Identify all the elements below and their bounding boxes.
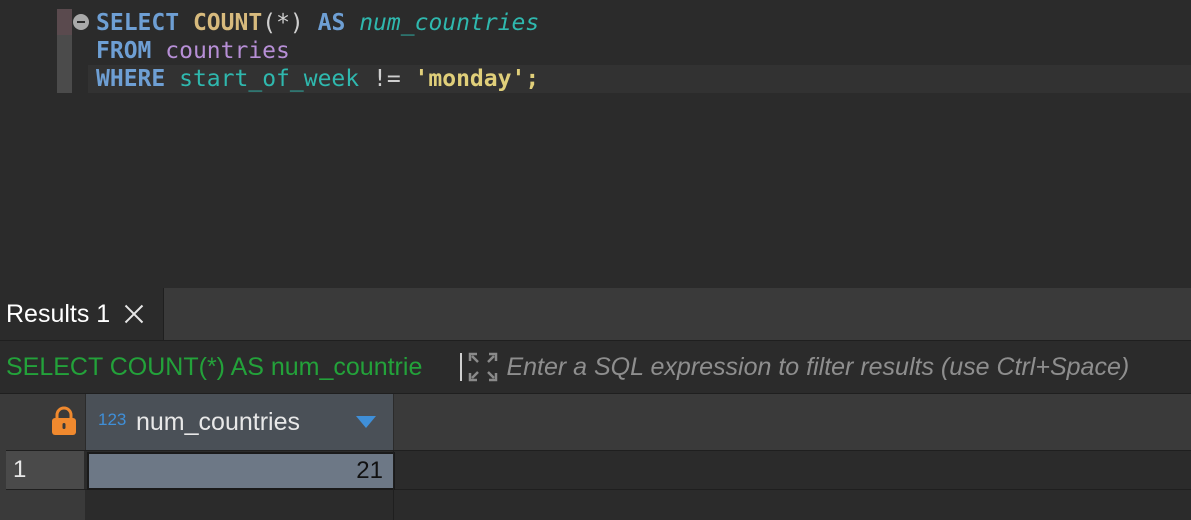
table-row[interactable]: 1 21 — [6, 451, 1191, 490]
empty-row-area — [6, 490, 1191, 520]
sql-punctuation: ) — [289, 10, 304, 36]
sql-line-1[interactable]: SELECT COUNT(*) AS num_countries — [96, 9, 539, 37]
close-icon[interactable] — [124, 304, 144, 324]
lock-icon[interactable] — [51, 406, 77, 436]
tab-label: Results 1 — [6, 299, 111, 328]
grid-corner[interactable] — [6, 394, 86, 450]
sql-column-name: start_of_week — [179, 66, 360, 92]
sql-punctuation: ( — [262, 10, 277, 36]
sql-table-name: countries — [165, 38, 290, 64]
row-number[interactable]: 1 — [6, 451, 85, 489]
expand-icon[interactable] — [468, 352, 498, 382]
sql-function: COUNT — [192, 10, 263, 36]
text-caret — [460, 353, 463, 381]
results-grid: 123 num_countries 1 21 — [0, 394, 1191, 520]
tab-results-1[interactable]: Results 1 — [0, 288, 164, 340]
sort-descending-icon[interactable] — [356, 416, 376, 428]
column-header-num-countries[interactable]: 123 num_countries — [86, 394, 394, 450]
results-filter-bar: SELECT COUNT(*) AS num_countrie — [0, 341, 1191, 394]
sql-alias: num_countries — [359, 10, 540, 36]
row-header-empty — [6, 490, 86, 520]
sql-line-2[interactable]: FROM countries — [96, 37, 290, 65]
sql-keyword: SELECT — [96, 10, 180, 36]
sql-semicolon: ; — [525, 66, 540, 92]
numeric-type-badge: 123 — [98, 410, 127, 429]
column-divider — [393, 451, 394, 520]
sql-string-literal: 'monday' — [414, 66, 526, 92]
sql-keyword: WHERE — [96, 66, 166, 92]
fold-collapse-icon[interactable] — [73, 14, 89, 30]
sql-operator: != — [372, 66, 401, 92]
sql-editor[interactable]: SELECT COUNT(*) AS num_countries FROM co… — [0, 0, 1191, 288]
editor-gutter — [57, 9, 72, 93]
gutter-marker — [57, 9, 72, 35]
query-preview: SELECT COUNT(*) AS num_countrie — [6, 352, 423, 381]
sql-keyword: AS — [317, 10, 346, 36]
sql-line-3[interactable]: WHERE start_of_week != 'monday'; — [96, 65, 539, 93]
filter-input[interactable] — [506, 352, 1191, 382]
sql-star: * — [276, 10, 290, 36]
column-name: num_countries — [136, 408, 300, 436]
results-tab-bar: Results 1 — [0, 288, 1191, 341]
cell-value: 21 — [356, 457, 383, 484]
sql-keyword: FROM — [96, 38, 152, 64]
table-cell-selected[interactable]: 21 — [87, 452, 395, 490]
